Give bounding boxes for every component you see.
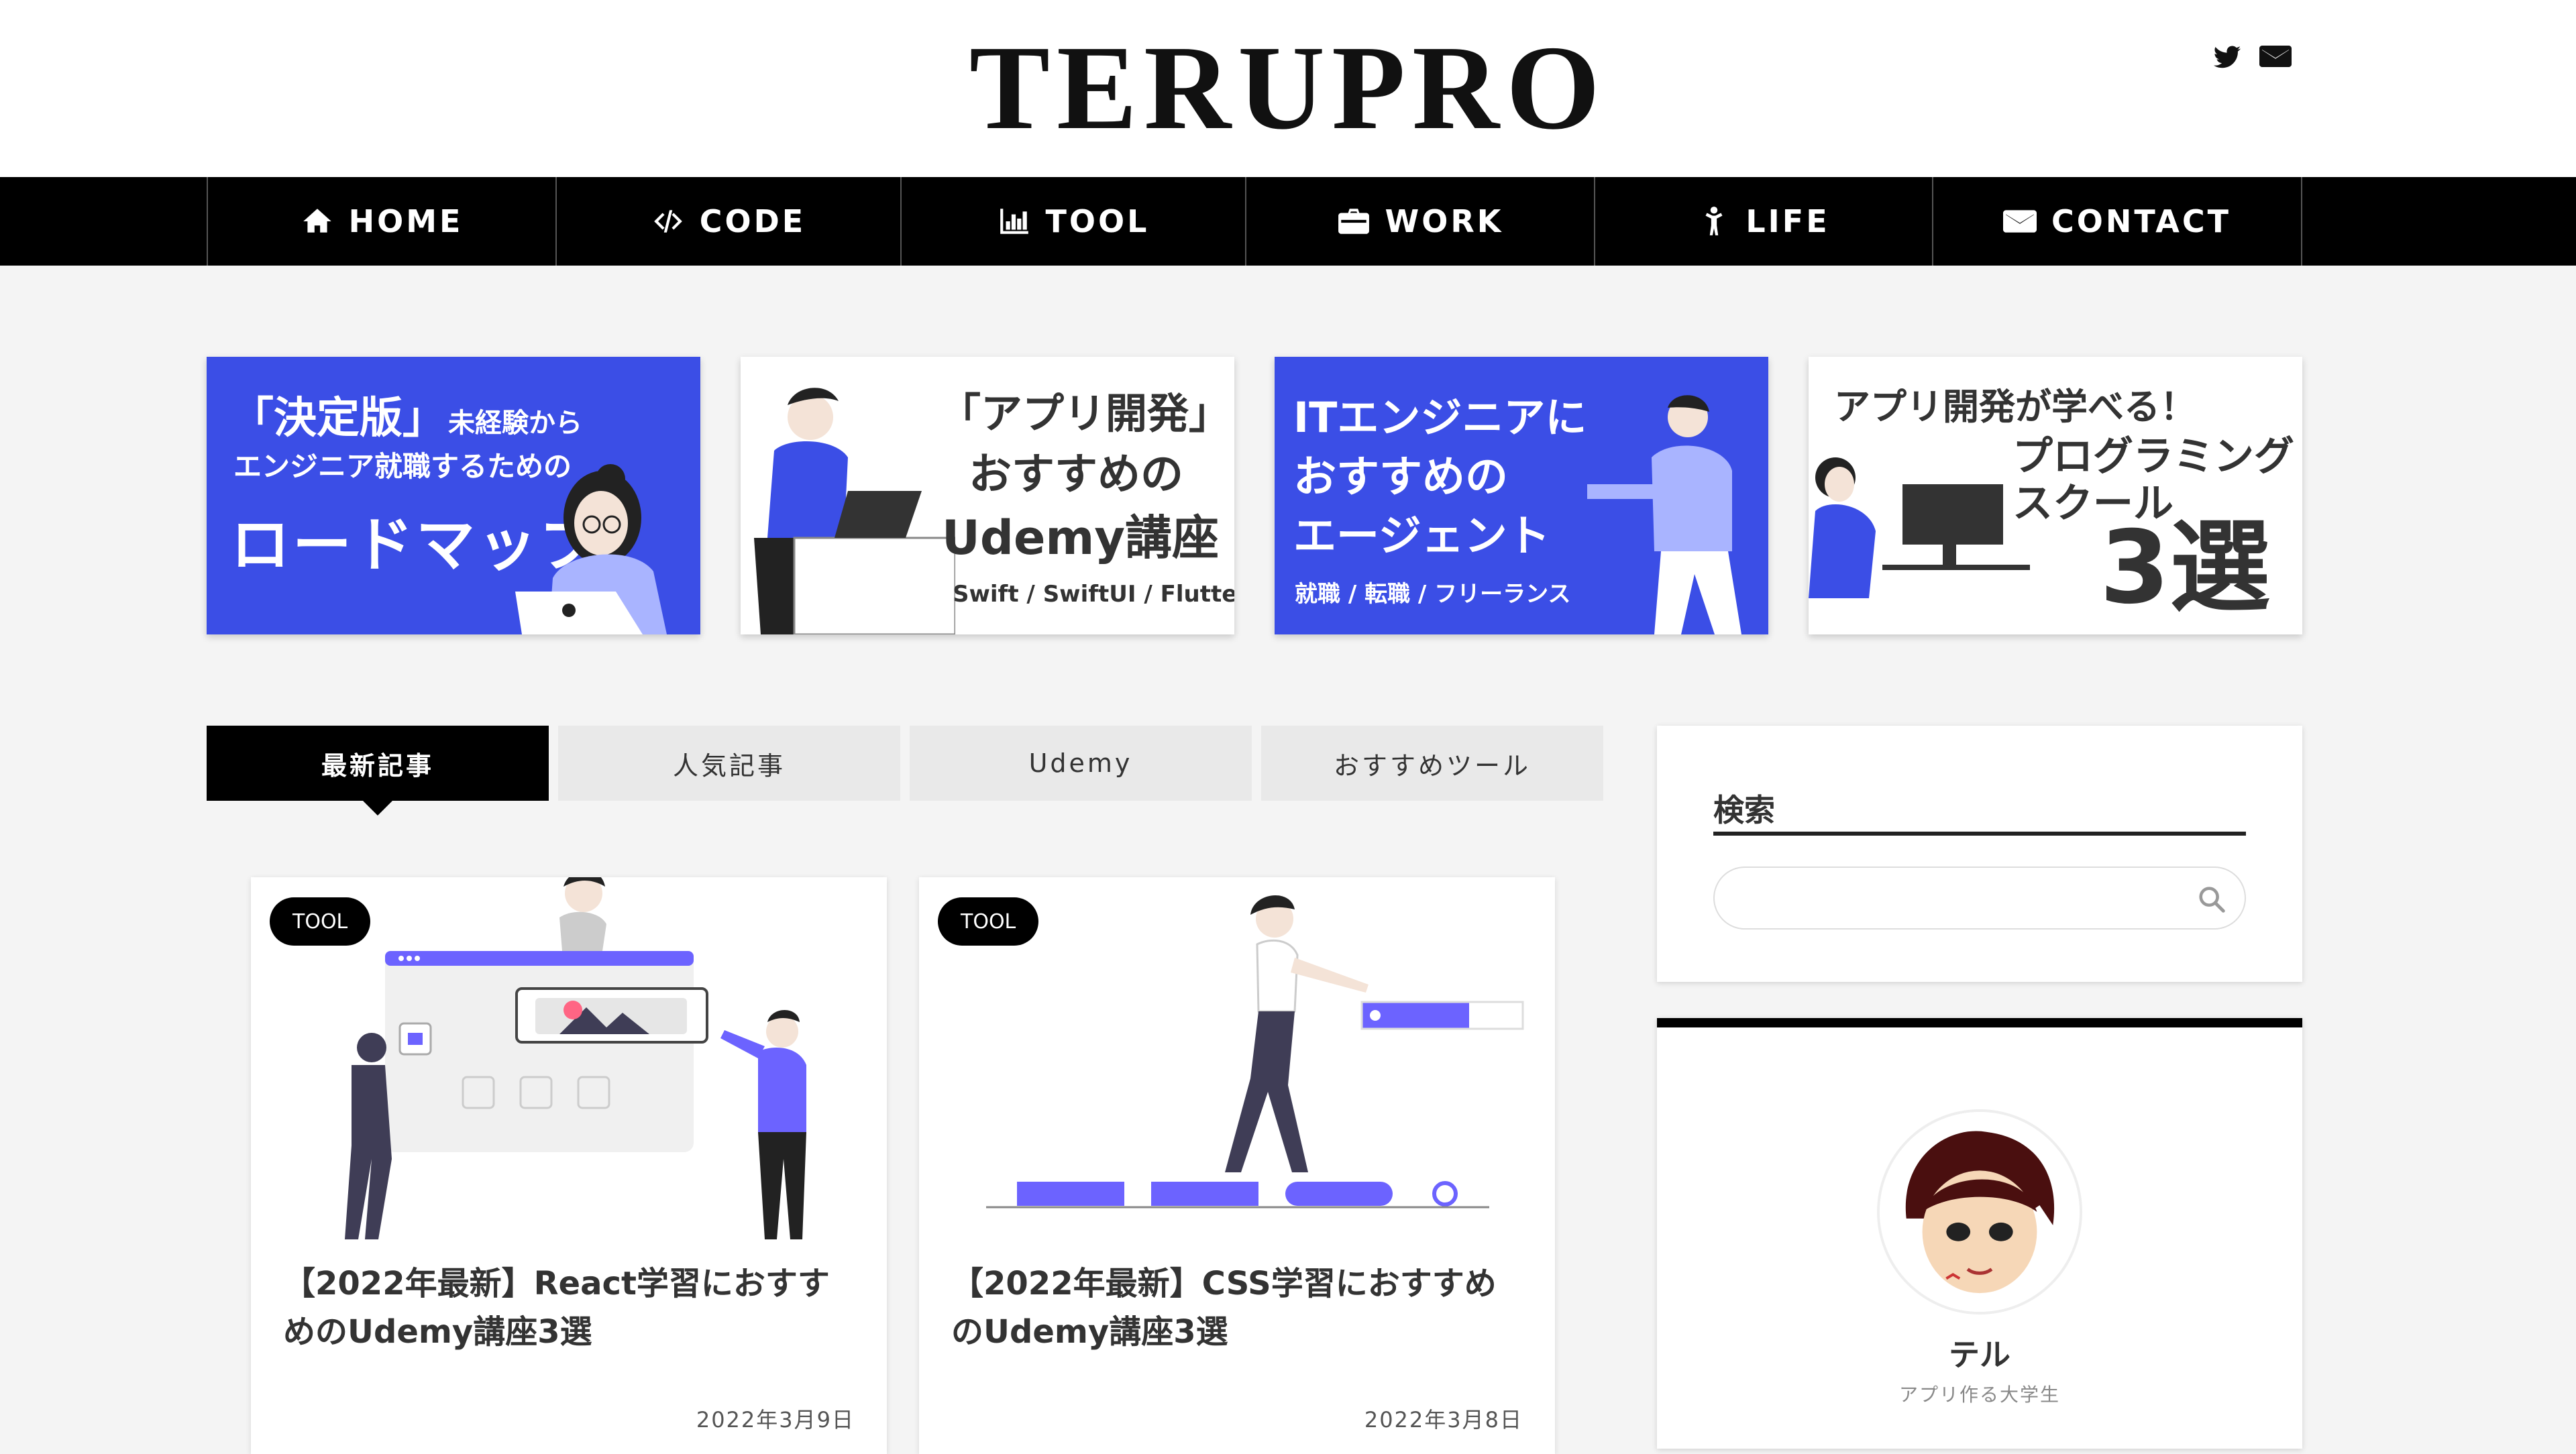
- post-card[interactable]: TOOL 【2022年最新】CSS学習におすすめのUdemy講座3選 2022年…: [919, 877, 1555, 1454]
- mail-icon[interactable]: [2259, 43, 2292, 72]
- site-logo[interactable]: TERUPRO: [0, 17, 2576, 158]
- nav-item-code[interactable]: CODE: [555, 177, 900, 266]
- nav-item-contact[interactable]: CONTACT: [1932, 177, 2302, 266]
- standing-agent-illustration: [1587, 395, 1741, 634]
- nav-item-life[interactable]: LIFE: [1594, 177, 1932, 266]
- nav-item-home[interactable]: HOME: [207, 177, 555, 266]
- search-widget: 検索: [1657, 726, 2302, 982]
- tab-popular[interactable]: 人気記事: [558, 726, 900, 801]
- post-date: 2022年3月8日: [1364, 1407, 1523, 1433]
- category-badge[interactable]: TOOL: [270, 897, 371, 946]
- tab-latest[interactable]: 最新記事: [207, 726, 549, 816]
- nav-item-work[interactable]: WORK: [1245, 177, 1594, 266]
- banner-roadmap[interactable]: 「決定版」 未経験から エンジニア就職するための ロードマップ: [207, 357, 700, 634]
- avatar[interactable]: [1877, 1109, 2082, 1315]
- profile-name: テル: [1949, 1337, 2010, 1373]
- student-at-computer-illustration: [1809, 457, 2030, 598]
- search-widget-title: 検索: [1713, 792, 1775, 828]
- profile-widget: テル アプリ作る大学生: [1657, 1018, 2302, 1449]
- nav-item-tool[interactable]: TOOL: [900, 177, 1245, 266]
- post-title[interactable]: 【2022年最新】React学習におすすめのUdemy講座3選: [283, 1260, 860, 1356]
- developer-at-desk-illustration: [754, 388, 955, 634]
- code-icon: [653, 210, 682, 233]
- search-icon[interactable]: [2196, 884, 2227, 915]
- mail-icon: [2003, 210, 2037, 233]
- person-with-laptop-illustration: [515, 464, 667, 634]
- bar-chart-icon: [1000, 209, 1028, 234]
- search-input[interactable]: [1713, 866, 2246, 930]
- global-nav: HOME CODE TOOL WORK LIFE CONTACT: [0, 177, 2576, 266]
- twitter-icon[interactable]: [2211, 43, 2243, 72]
- child-icon: [1705, 207, 1723, 235]
- feature-banners: 「決定版」 未経験から エンジニア就職するための ロードマップ 「アプリ開発」 …: [207, 357, 2302, 634]
- post-card[interactable]: TOOL 【2022年最新】React学習におすすめのUdemy講座3選 202…: [251, 877, 887, 1454]
- header-social-icons: [2211, 43, 2292, 72]
- profile-subtitle: アプリ作る大学生: [1898, 1384, 2060, 1406]
- banner-programming-school[interactable]: アプリ開発が学べる！ プログラミング スクール 3選: [1809, 357, 2302, 634]
- title-underline: [1713, 832, 2246, 836]
- briefcase-icon: [1338, 209, 1369, 234]
- tab-recommended-tools[interactable]: おすすめツール: [1261, 726, 1603, 801]
- home-icon: [303, 209, 331, 233]
- tab-udemy[interactable]: Udemy: [910, 726, 1252, 801]
- banner-app-udemy[interactable]: 「アプリ開発」 おすすめの Udemy講座 Swift / SwiftUI / …: [741, 357, 1234, 634]
- post-date: 2022年3月9日: [696, 1407, 855, 1433]
- banner-it-agent[interactable]: ITエンジニアに おすすめの エージェント 就職 / 転職 / フリーランス: [1275, 357, 1768, 634]
- category-badge[interactable]: TOOL: [938, 897, 1039, 946]
- post-tabs: 最新記事 人気記事 Udemy おすすめツール: [207, 726, 1603, 816]
- post-title[interactable]: 【2022年最新】CSS学習におすすめのUdemy講座3選: [951, 1260, 1528, 1356]
- site-header: TERUPRO: [0, 0, 2576, 177]
